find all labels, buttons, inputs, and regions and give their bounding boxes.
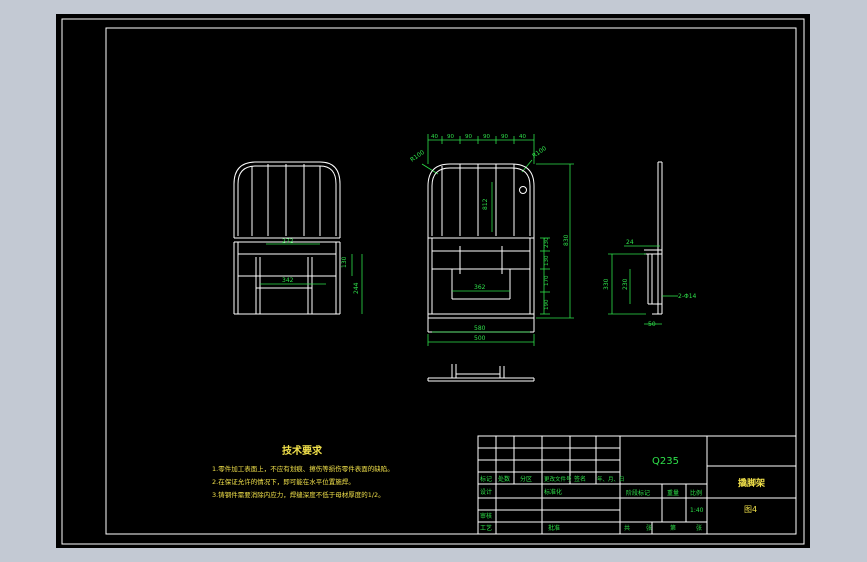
lbl-sheets: 张 <box>646 524 652 532</box>
hdr-date: 年、月、日 <box>597 475 625 483</box>
dim-330: 330 <box>603 278 610 290</box>
hdr-mark: 标记 <box>480 475 492 483</box>
lbl-scale: 比例 <box>690 489 702 497</box>
plan-view <box>427 364 535 382</box>
dim-130: 130 <box>544 255 550 266</box>
dim-272: 272 <box>282 238 294 245</box>
dim-R100-left: R100 <box>409 149 426 164</box>
dim-24: 24 <box>626 239 634 246</box>
front-view: 40 90 90 90 90 40 R100 R100 812 362 230 … <box>409 134 574 346</box>
tech-title: 技术要求 <box>282 444 323 457</box>
technical-requirements: 技术要求 1.零件加工表面上，不应有划痕、擦伤等损伤零件表面的缺陷。 2.在保证… <box>212 444 394 499</box>
hdr-count: 处数 <box>498 475 510 483</box>
material: Q235 <box>652 456 679 467</box>
dim-40a: 40 <box>431 134 438 140</box>
hdr-sign: 签名 <box>574 475 586 483</box>
dim-90c: 90 <box>483 134 490 140</box>
lbl-weight: 重量 <box>667 489 679 497</box>
scale-value: 1:40 <box>690 507 704 514</box>
tech-note-1: 1.零件加工表面上，不应有划痕、擦伤等损伤零件表面的缺陷。 <box>212 464 394 473</box>
lbl-approve: 批准 <box>548 524 560 532</box>
dim-500: 500 <box>474 335 486 342</box>
part-name: 撬脚架 <box>738 477 765 489</box>
dim-812: 812 <box>482 198 489 210</box>
lbl-stage-mark: 阶段标记 <box>626 489 650 497</box>
dim-190: 190 <box>544 299 550 310</box>
dim-50: 50 <box>648 321 656 328</box>
lbl-number: 第 <box>670 524 676 532</box>
lbl-total: 共 <box>624 524 630 532</box>
dim-170: 170 <box>544 275 550 286</box>
lbl-process: 工艺 <box>480 524 492 532</box>
dim-580: 580 <box>474 325 486 332</box>
dim-342: 342 <box>282 277 294 284</box>
tech-note-3: 3.铸钢件需要消除内应力，焊缝深度不低于母材厚度的1/2。 <box>212 490 385 499</box>
dim-230: 230 <box>544 237 550 248</box>
dim-130: 130 <box>341 256 348 268</box>
dim-244: 244 <box>353 282 360 294</box>
tech-note-2: 2.在保证允许的情况下，即可能在水平位置施焊。 <box>212 477 355 486</box>
dim-2-phi14: 2-Φ14 <box>678 293 697 300</box>
lbl-sheet: 张 <box>696 524 702 532</box>
drawing-number: 图4 <box>744 505 757 514</box>
lbl-review: 审核 <box>480 512 492 520</box>
drawing-canvas: 272 342 130 244 40 90 90 90 90 40 R100 R… <box>61 18 805 545</box>
hdr-change-doc: 更改文件号 <box>544 475 572 483</box>
left-view: 272 342 130 244 <box>233 161 363 315</box>
hdr-zone: 分区 <box>520 475 532 483</box>
inner-border <box>105 27 797 535</box>
side-view: 24 330 230 2-Φ14 50 <box>603 161 697 328</box>
dim-90b: 90 <box>465 134 472 140</box>
dim-230-side: 230 <box>622 278 629 290</box>
lbl-design: 设计 <box>480 488 492 496</box>
outer-border <box>61 18 805 545</box>
dim-830: 830 <box>563 234 570 246</box>
dim-90a: 90 <box>447 134 454 140</box>
dim-362: 362 <box>474 284 486 291</box>
lbl-standardize: 标准化 <box>544 488 562 496</box>
dim-40b: 40 <box>519 134 526 140</box>
left-view-arch <box>233 161 341 238</box>
cad-viewport[interactable]: 272 342 130 244 40 90 90 90 90 40 R100 R… <box>56 14 810 548</box>
title-block: 标记 处数 分区 更改文件号 签名 年、月、日 设计 标准化 审核 工艺 批准 … <box>477 435 797 535</box>
dim-90d: 90 <box>501 134 508 140</box>
